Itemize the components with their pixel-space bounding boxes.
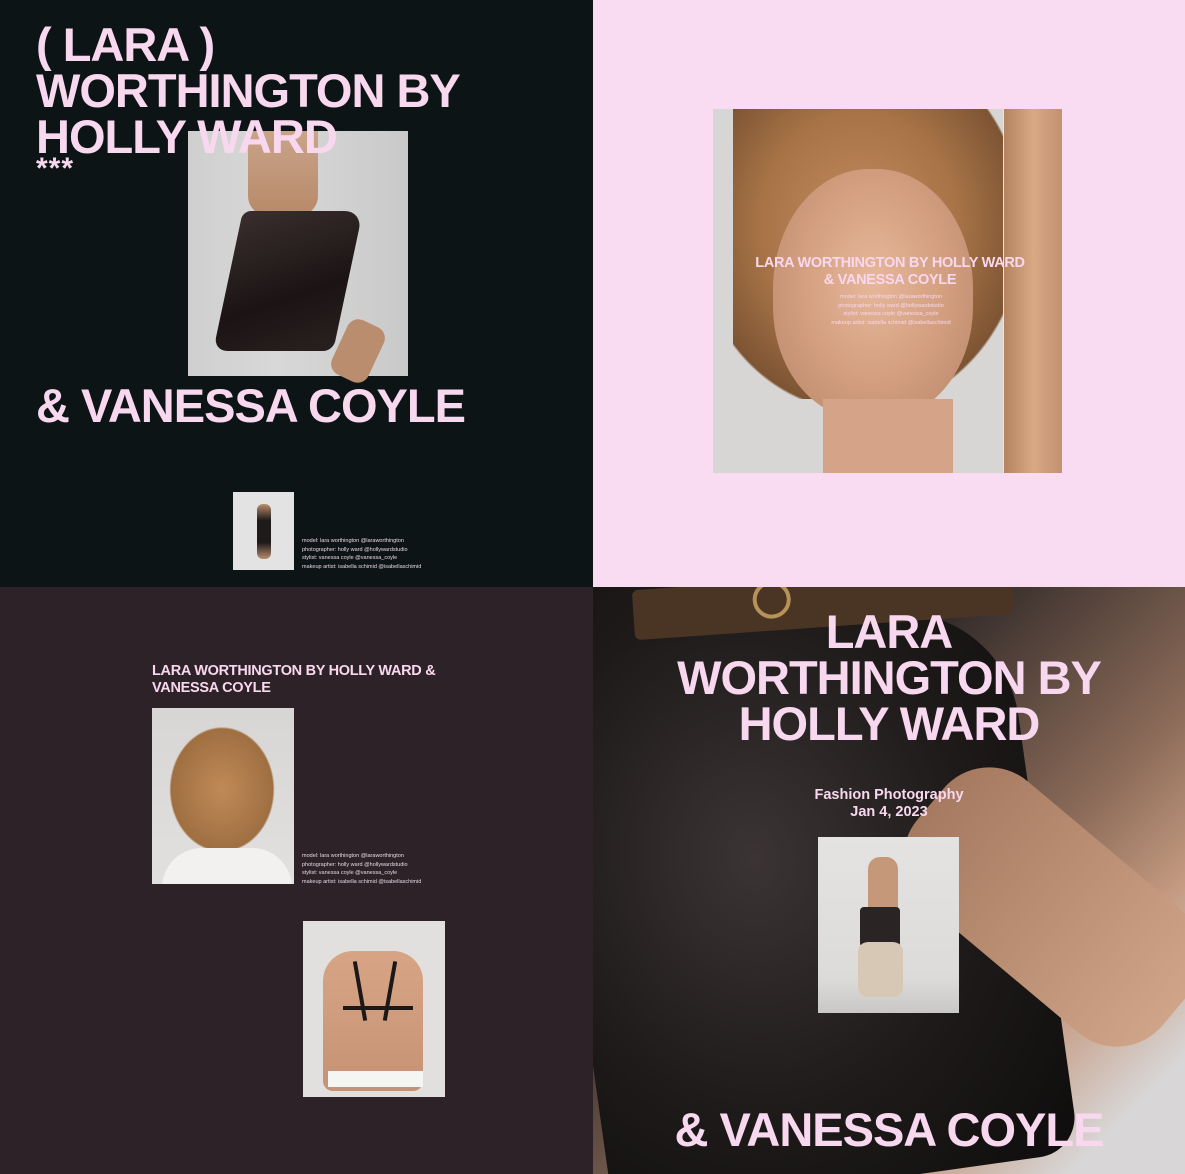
stars-decoration: *** [36, 152, 75, 185]
panel-pink-portrait: LARA WORTHINGTON BY HOLLY WARD & VANESSA… [593, 0, 1185, 587]
hair-photo [152, 708, 294, 884]
photo-shirt [162, 848, 292, 884]
thumbnail-photo [233, 492, 294, 570]
credit-line: photographer: holly ward @hollywardstudi… [838, 302, 944, 309]
cover-photo [188, 131, 408, 387]
credit-line: model: lara worthington @laraworthington [302, 853, 404, 859]
credit-line: makeup artist: isabella schimid @isabell… [831, 319, 951, 326]
photo-waistband [328, 1071, 423, 1087]
thumbnail-figure [257, 504, 271, 559]
feature-subtitle: & VANESSA COYLE [674, 1103, 1105, 1156]
publish-date: Jan 4, 2023 [850, 804, 928, 820]
portrait-photo [713, 109, 1062, 473]
credits-list: model: lara worthington @laraworthington… [302, 537, 421, 571]
credit-line: stylist: vanessa coyle @vanessa_coyle [302, 870, 398, 876]
credit-line: stylist: vanessa coyle @vanessa_coyle [302, 555, 398, 561]
panel-purple-layout: LARA WORTHINGTON BY HOLLY WARD & VANESSA… [0, 587, 593, 1174]
credit-line: model: lara worthington @laraworthington [840, 294, 942, 300]
portrait-strip [1003, 109, 1062, 473]
credit-line: makeup artist: isabella schimid @isabell… [302, 563, 422, 570]
inset-photo [818, 837, 959, 1013]
photo-hair [162, 718, 282, 848]
photo-band [343, 1006, 413, 1010]
credit-line: photographer: holly ward @hollywardstudi… [302, 546, 408, 553]
credit-line: makeup artist: isabella schimid @isabell… [302, 878, 422, 885]
back-photo [303, 921, 445, 1097]
category-label: Fashion Photography [814, 787, 964, 803]
portrait-overlay-title: LARA WORTHINGTON BY HOLLY WARD & VANESSA… [755, 255, 1025, 288]
portrait-neck [823, 399, 953, 473]
layout-heading: LARA WORTHINGTON BY HOLLY WARD & VANESSA… [152, 663, 436, 696]
cover-title: ( LARA ) WORTHINGTON BY HOLLY WARD [36, 18, 461, 163]
photo-leather-skirt [213, 211, 363, 351]
cover-subtitle: & VANESSA COYLE [36, 379, 466, 432]
photo-back [323, 951, 423, 1091]
poster-grid: ( LARA ) WORTHINGTON BY HOLLY WARD *** &… [0, 0, 1185, 1174]
panel-jacket-photo: LARA WORTHINGTON BY HOLLY WARD Fashion P… [593, 587, 1185, 1174]
credit-line: model: lara worthington @laraworthington [302, 538, 404, 544]
portrait-credits: model: lara worthington @laraworthington… [803, 293, 979, 327]
credit-line: photographer: holly ward @hollywardstudi… [302, 861, 408, 868]
panel-dark-cover: ( LARA ) WORTHINGTON BY HOLLY WARD *** &… [0, 0, 593, 587]
credits-list: model: lara worthington @laraworthington… [302, 852, 421, 886]
credit-line: stylist: vanessa coyle @vanessa_coyle [843, 311, 939, 317]
inset-pants [858, 942, 903, 997]
inset-skirt [860, 907, 900, 947]
feature-title: LARA WORTHINGTON BY HOLLY WARD [677, 605, 1102, 750]
